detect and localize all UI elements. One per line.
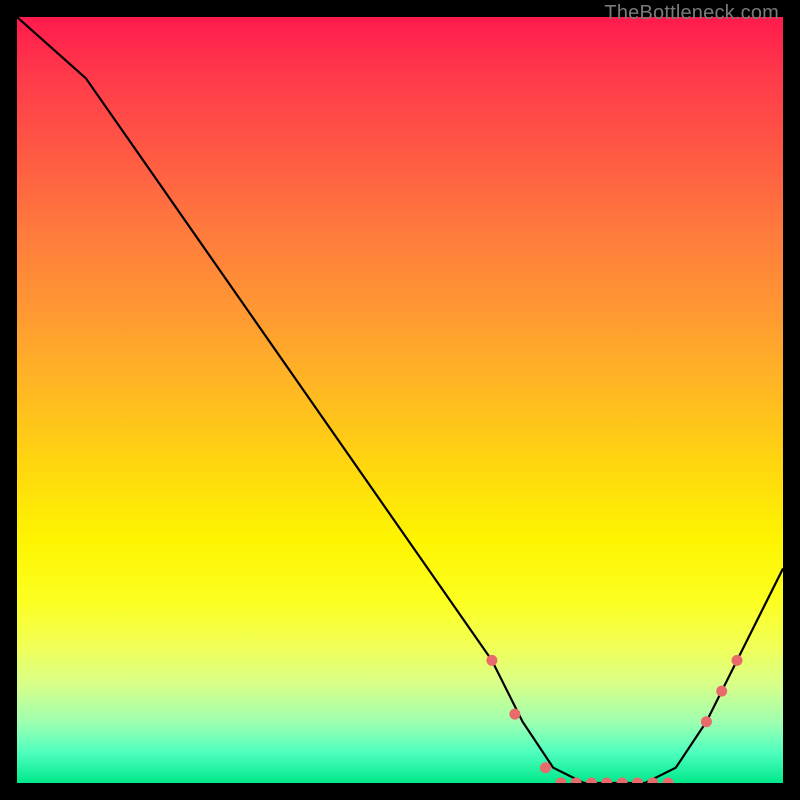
watermark-text: TheBottleneck.com: [604, 2, 779, 25]
gradient-background: [17, 17, 783, 783]
chart-frame: TheBottleneck.com: [17, 17, 783, 783]
